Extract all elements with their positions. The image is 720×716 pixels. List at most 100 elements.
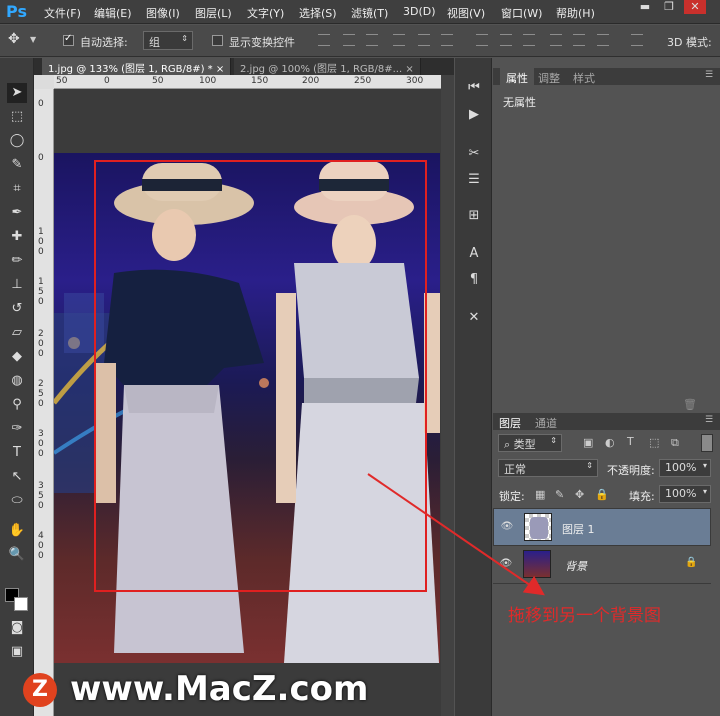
background-color-swatch[interactable] [14, 597, 28, 611]
fill-input[interactable]: 100% ▾ [659, 485, 711, 503]
show-transform-checkbox[interactable] [212, 35, 223, 46]
lock-position-icon[interactable]: ✥ [575, 488, 584, 501]
tab-close-icon[interactable]: × [405, 64, 413, 75]
menu-select[interactable]: 选择(S) [299, 5, 337, 21]
distribute-right-icon[interactable] [597, 34, 609, 46]
trash-icon[interactable]: 🗑 [683, 398, 697, 411]
menu-view[interactable]: 视图(V) [447, 5, 485, 21]
layer-name[interactable]: 背景 [565, 558, 587, 574]
actions-play-icon[interactable]: ▶ [464, 105, 484, 125]
tab-close-icon[interactable]: × [216, 64, 224, 75]
path-select-tool-icon[interactable]: ↖ [7, 467, 27, 487]
menu-edit[interactable]: 编辑(E) [94, 5, 132, 21]
menu-image[interactable]: 图像(I) [146, 5, 180, 21]
character-panel-icon[interactable]: A [464, 244, 484, 264]
horizontal-ruler[interactable]: 50 0 50 100 150 200 250 300 [54, 75, 454, 89]
shape-tool-icon[interactable]: ⬭ [7, 491, 27, 511]
history-panel-icon[interactable]: ⏮ [464, 78, 484, 98]
align-hcenter-icon[interactable] [418, 34, 430, 46]
selection-rectangle[interactable] [94, 160, 427, 592]
layer-name[interactable]: 图层 1 [562, 521, 595, 537]
menu-type[interactable]: 文字(Y) [247, 5, 284, 21]
tab-document-1[interactable]: 1.jpg @ 133% (图层 1, RGB/8#) * × [42, 58, 232, 75]
tab-layers[interactable]: 图层 [499, 415, 521, 431]
history-brush-tool-icon[interactable]: ↺ [7, 299, 27, 319]
dodge-tool-icon[interactable]: ⚲ [7, 395, 27, 415]
tab-channels[interactable]: 通道 [535, 415, 557, 431]
opacity-input[interactable]: 100% ▾ [659, 459, 711, 477]
align-bottom-icon[interactable] [366, 34, 378, 46]
paint-bucket-tool-icon[interactable]: ◆ [7, 347, 27, 367]
menu-file[interactable]: 文件(F) [44, 5, 81, 21]
minimize-button[interactable]: ▬ [634, 0, 656, 14]
lock-pixels-icon[interactable]: ✎ [555, 488, 564, 501]
filter-toggle[interactable] [701, 434, 713, 452]
blend-mode-dropdown[interactable]: 正常 ⇕ [498, 459, 598, 477]
move-tool-icon[interactable]: ➤ [7, 83, 27, 103]
brush-tool-icon[interactable]: ✏ [7, 251, 27, 271]
tab-properties[interactable]: 属性 [500, 68, 534, 85]
lock-transparent-icon[interactable]: ▦ [535, 488, 545, 501]
canvas-scrollbar[interactable] [441, 75, 454, 716]
zoom-tool-icon[interactable]: 🔍 [7, 545, 27, 565]
tab-adjustments[interactable]: 调整 [532, 68, 566, 85]
menu-filter[interactable]: 滤镜(T) [351, 5, 388, 21]
type-tool-icon[interactable]: T [7, 443, 27, 463]
hand-tool-icon[interactable]: ✋ [7, 521, 27, 541]
filter-smart-object-icon[interactable]: ⧉ [671, 436, 679, 450]
distribute-top-icon[interactable] [476, 34, 488, 46]
eyedropper-tool-icon[interactable]: ✒ [7, 203, 27, 223]
document-canvas-area[interactable] [54, 89, 454, 716]
restore-button[interactable]: ❐ [658, 0, 680, 14]
pen-tool-icon[interactable]: ✑ [7, 419, 27, 439]
brush-panel-icon[interactable]: ✂ [464, 144, 484, 164]
quick-mask-icon[interactable]: ◙ [7, 618, 27, 638]
filter-pixel-icon[interactable]: ▣ [583, 436, 593, 449]
align-vcenter-icon[interactable] [343, 34, 355, 46]
menu-window[interactable]: 窗口(W) [501, 5, 542, 21]
align-right-icon[interactable] [441, 34, 453, 46]
filter-shape-icon[interactable]: ⬚ [649, 436, 659, 449]
tab-document-2[interactable]: 2.jpg @ 100% (图层 1, RGB/8#... × [234, 58, 421, 75]
crop-tool-icon[interactable]: ⌗ [7, 179, 27, 199]
align-top-icon[interactable] [318, 34, 330, 46]
lasso-tool-icon[interactable]: ◯ [7, 131, 27, 151]
move-tool-icon[interactable]: ✥ [8, 31, 20, 47]
tool-presets-icon[interactable]: ✕ [464, 308, 484, 328]
auto-select-dropdown[interactable]: 组 ⇕ [143, 31, 193, 50]
visibility-eye-icon[interactable]: 👁 [500, 521, 514, 532]
distribute-bottom-icon[interactable] [523, 34, 535, 46]
panel-menu-icon[interactable]: ☰ [705, 70, 713, 80]
layer-row-background[interactable]: 👁 背景 🔒 [493, 546, 711, 584]
healing-brush-tool-icon[interactable]: ✚ [7, 227, 27, 247]
align-left-icon[interactable] [393, 34, 405, 46]
close-button[interactable]: ✕ [684, 0, 706, 14]
auto-align-icon[interactable] [631, 34, 643, 46]
distribute-hcenter-icon[interactable] [573, 34, 585, 46]
clone-stamp-tool-icon[interactable]: ⊥ [7, 275, 27, 295]
distribute-left-icon[interactable] [550, 34, 562, 46]
filter-adjustment-icon[interactable]: ◐ [605, 436, 615, 449]
quick-select-tool-icon[interactable]: ✎ [7, 155, 27, 175]
marquee-tool-icon[interactable]: ⬚ [7, 107, 27, 127]
distribute-vcenter-icon[interactable] [500, 34, 512, 46]
screen-mode-icon[interactable]: ▣ [7, 642, 27, 662]
auto-select-checkbox[interactable]: ✓ [63, 33, 74, 46]
eraser-tool-icon[interactable]: ▱ [7, 323, 27, 343]
menu-3d[interactable]: 3D(D) [403, 5, 436, 18]
visibility-eye-icon[interactable]: 👁 [499, 558, 513, 569]
lock-all-icon[interactable]: 🔒 [595, 488, 609, 501]
paragraph-panel-icon[interactable]: ¶ [464, 270, 484, 290]
menu-help[interactable]: 帮助(H) [556, 5, 595, 21]
blur-tool-icon[interactable]: ◍ [7, 371, 27, 391]
panel-menu-icon[interactable]: ☰ [705, 415, 713, 425]
filter-type-icon[interactable]: T [627, 435, 634, 448]
menu-layer[interactable]: 图层(L) [195, 5, 232, 21]
brush-presets-icon[interactable]: ☰ [464, 170, 484, 190]
layer-row-layer-1[interactable]: 👁 图层 1 [493, 508, 711, 546]
vertical-ruler[interactable]: 0 0 1 0 0 1 5 0 2 0 0 2 5 0 3 0 0 3 5 0 … [34, 89, 54, 716]
layer-filter-dropdown[interactable]: ⌕ 类型 ⇕ [498, 434, 562, 452]
clone-source-icon[interactable]: ⊞ [464, 206, 484, 226]
tab-styles[interactable]: 样式 [567, 68, 601, 85]
chevron-down-icon[interactable]: ▼ [30, 35, 36, 44]
